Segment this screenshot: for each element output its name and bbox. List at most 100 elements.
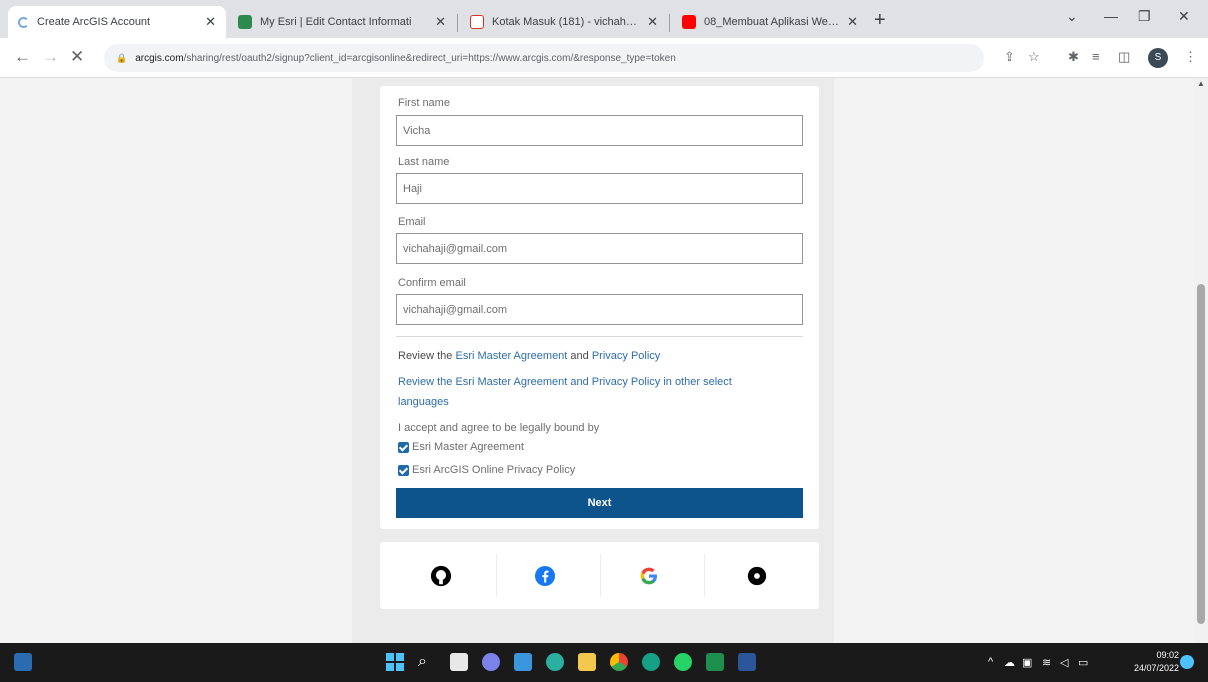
windows-taskbar: ⌕ ^ ☁ ▣ ≋ ◁ ▭ 09:02 24/07/2022 xyxy=(0,643,1208,682)
lock-icon[interactable]: 🔒 xyxy=(116,53,127,64)
close-icon[interactable]: ✕ xyxy=(205,14,216,30)
dot-circle-icon xyxy=(747,566,767,585)
url-path: /sharing/rest/oauth2/signup?client_id=ar… xyxy=(183,52,676,64)
back-arrow-icon[interactable]: ← xyxy=(14,47,31,67)
task-view-icon[interactable] xyxy=(450,653,468,671)
whatsapp-icon[interactable] xyxy=(674,653,692,671)
store-icon[interactable] xyxy=(706,653,724,671)
review-other-languages-link[interactable]: Review the Esri Master Agreement and Pri… xyxy=(398,376,732,388)
tab-title: 08_Membuat Aplikasi Web deng xyxy=(704,16,841,28)
profile-avatar[interactable]: S xyxy=(1148,48,1168,68)
github-login-button[interactable] xyxy=(386,542,496,609)
battery-icon[interactable]: ▭ xyxy=(1078,656,1088,669)
widgets-icon[interactable] xyxy=(14,653,32,671)
edge-icon[interactable] xyxy=(546,653,564,671)
github-icon xyxy=(430,565,452,586)
extensions-icon[interactable]: ✱ xyxy=(1068,49,1079,65)
loading-icon xyxy=(18,16,29,28)
word-icon[interactable] xyxy=(738,653,756,671)
reading-list-icon[interactable]: ≡ xyxy=(1092,49,1100,64)
chevron-up-icon[interactable]: ^ xyxy=(988,656,993,668)
volume-icon[interactable]: ◁ xyxy=(1060,656,1068,669)
email-label: Email xyxy=(398,216,426,228)
email-input[interactable] xyxy=(396,233,803,264)
new-tab-button[interactable]: + xyxy=(874,9,886,32)
tab-title: Kotak Masuk (181) - vichahaji@... xyxy=(492,16,642,28)
first-name-label: First name xyxy=(398,97,450,109)
google-login-button[interactable] xyxy=(594,542,704,609)
tab-separator xyxy=(669,14,670,32)
clock-date: 24/07/2022 xyxy=(1134,663,1180,673)
privacy-policy-checkbox-row[interactable]: Esri ArcGIS Online Privacy Policy xyxy=(398,464,575,476)
close-icon[interactable]: ✕ xyxy=(847,14,858,30)
share-icon[interactable]: ⇪ xyxy=(1004,49,1015,65)
next-button[interactable]: Next xyxy=(396,488,803,518)
app-icon[interactable] xyxy=(642,653,660,671)
browser-tab-strip: Create ArcGIS Account ✕ My Esri | Edit C… xyxy=(0,0,1208,38)
clock[interactable]: 09:02 24/07/2022 xyxy=(1134,649,1179,675)
tab-youtube[interactable]: 08_Membuat Aplikasi Web deng ✕ xyxy=(672,6,868,38)
chevron-down-icon[interactable]: ⌄ xyxy=(1066,8,1078,25)
wifi-icon[interactable]: ≋ xyxy=(1042,656,1051,669)
checkbox-checked-icon[interactable] xyxy=(398,441,409,453)
search-icon[interactable]: ⌕ xyxy=(418,653,436,671)
last-name-input[interactable] xyxy=(396,173,803,204)
chrome-icon[interactable] xyxy=(610,653,628,671)
tab-my-esri[interactable]: My Esri | Edit Contact Informati ✕ xyxy=(228,6,456,38)
menu-icon[interactable]: ⋮ xyxy=(1184,49,1197,65)
file-explorer-icon[interactable] xyxy=(514,653,532,671)
other-login-button[interactable] xyxy=(702,542,812,609)
close-icon[interactable]: ✕ xyxy=(647,14,658,30)
review-prefix: Review the xyxy=(398,350,456,362)
windows-start-icon[interactable] xyxy=(386,653,404,671)
accept-terms-text: I accept and agree to be legally bound b… xyxy=(398,422,600,434)
confirm-email-input[interactable] xyxy=(396,294,803,325)
forward-arrow-icon[interactable]: → xyxy=(42,47,59,67)
tab-separator xyxy=(457,14,458,32)
minimize-button[interactable]: — xyxy=(1104,8,1118,24)
social-login-card xyxy=(380,542,819,609)
scroll-up-arrow-icon[interactable]: ▲ xyxy=(1197,79,1205,88)
youtube-icon xyxy=(682,15,696,29)
checkbox-checked-icon[interactable] xyxy=(398,464,409,476)
close-icon[interactable]: ✕ xyxy=(435,14,446,30)
and-text: and xyxy=(567,350,592,362)
side-panel-icon[interactable]: ◫ xyxy=(1118,49,1130,65)
folder-icon[interactable] xyxy=(578,653,596,671)
app-tray-icon[interactable]: ▣ xyxy=(1022,656,1032,669)
privacy-policy-link[interactable]: Privacy Policy xyxy=(592,350,660,362)
facebook-icon xyxy=(535,565,555,586)
cloud-icon[interactable]: ☁ xyxy=(1004,656,1015,669)
master-agreement-link[interactable]: Esri Master Agreement xyxy=(455,350,567,362)
star-icon[interactable]: ☆ xyxy=(1028,49,1040,65)
review-agreement-text: Review the Esri Master Agreement and Pri… xyxy=(398,350,660,362)
page-scrollbar[interactable]: ▲ xyxy=(1194,79,1208,643)
confirm-email-label: Confirm email xyxy=(398,277,466,289)
browser-toolbar: ← → ✕ 🔒 arcgis.com /sharing/rest/oauth2/… xyxy=(0,38,1208,78)
first-name-input[interactable] xyxy=(396,115,803,146)
master-agreement-checkbox-row[interactable]: Esri Master Agreement xyxy=(398,441,524,453)
tab-create-arcgis-account[interactable]: Create ArcGIS Account ✕ xyxy=(8,6,226,38)
tab-title: My Esri | Edit Contact Informati xyxy=(260,16,412,28)
notification-icon[interactable] xyxy=(1180,655,1194,669)
address-bar[interactable]: 🔒 arcgis.com /sharing/rest/oauth2/signup… xyxy=(104,44,984,72)
signup-form-card: First name Last name Email Confirm email… xyxy=(380,86,819,529)
review-other-languages-link-cont[interactable]: languages xyxy=(398,396,449,408)
last-name-label: Last name xyxy=(398,156,450,168)
maximize-button[interactable]: ❐ xyxy=(1138,8,1151,25)
tab-title: Create ArcGIS Account xyxy=(37,16,151,28)
stop-loading-icon[interactable]: ✕ xyxy=(70,47,84,67)
scrollbar-thumb[interactable] xyxy=(1197,284,1205,624)
esri-favicon-icon xyxy=(238,15,252,29)
chat-icon[interactable] xyxy=(482,653,500,671)
tab-gmail[interactable]: Kotak Masuk (181) - vichahaji@... ✕ xyxy=(460,6,668,38)
window-close-button[interactable]: ✕ xyxy=(1178,8,1190,25)
divider xyxy=(396,336,803,337)
google-icon xyxy=(640,567,657,584)
url-domain: arcgis.com xyxy=(135,52,184,64)
page-viewport: First name Last name Email Confirm email… xyxy=(0,79,1208,643)
checkbox-label: Esri ArcGIS Online Privacy Policy xyxy=(412,464,576,476)
gmail-icon xyxy=(470,15,484,29)
facebook-login-button[interactable] xyxy=(490,542,600,609)
checkbox-label: Esri Master Agreement xyxy=(412,441,524,453)
